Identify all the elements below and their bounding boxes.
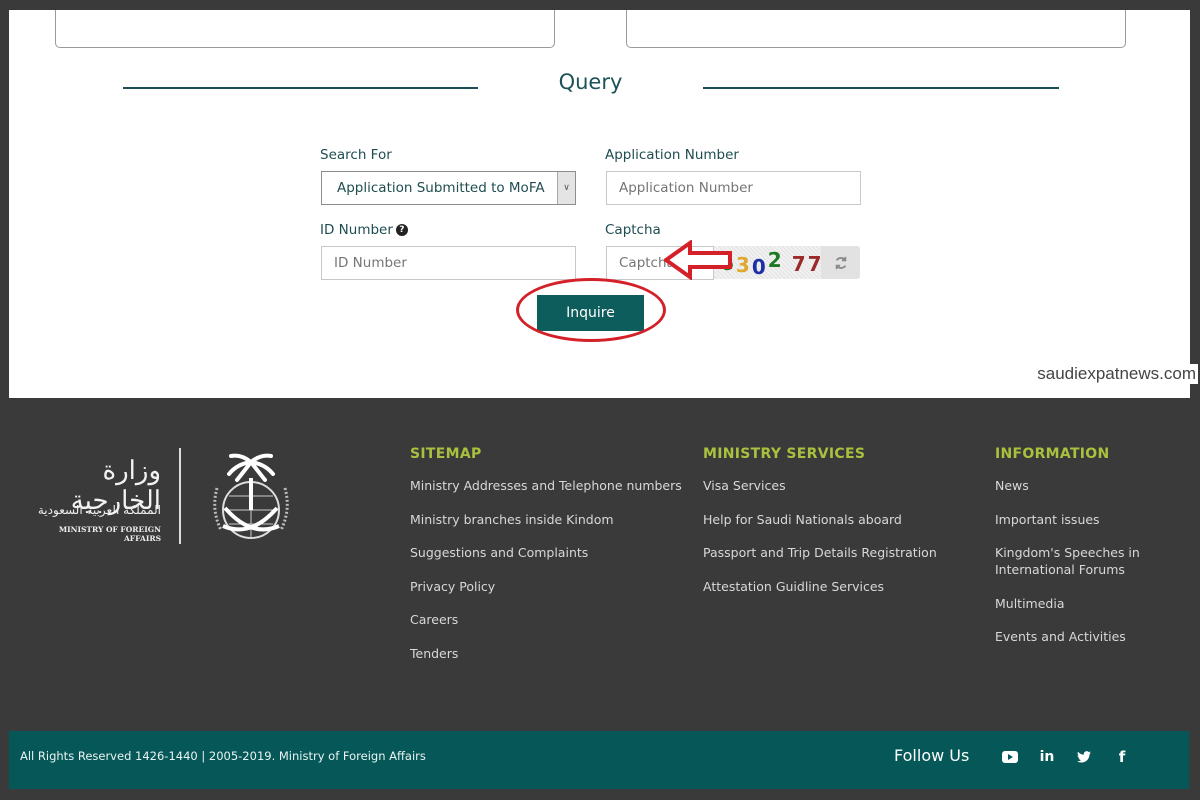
- follow-us-label: Follow Us: [894, 746, 970, 765]
- top-border: [0, 0, 1200, 10]
- captcha-char: 7: [791, 251, 806, 276]
- footer-link[interactable]: Privacy Policy: [410, 578, 682, 595]
- inquire-button[interactable]: Inquire: [537, 295, 644, 331]
- column-heading: MINISTRY SERVICES: [703, 446, 866, 462]
- query-title: Query: [558, 70, 623, 94]
- logo-arabic-subtitle: المملكة العربية السعودية: [37, 503, 161, 517]
- help-icon[interactable]: ?: [395, 224, 408, 236]
- footer-link[interactable]: Passport and Trip Details Registration: [703, 544, 937, 561]
- footer-link[interactable]: Suggestions and Complaints: [410, 544, 682, 561]
- linkedin-icon[interactable]: in: [1036, 746, 1058, 768]
- chevron-down-icon[interactable]: ∨: [557, 172, 575, 204]
- query-divider-right: [703, 87, 1059, 89]
- captcha-char: 3: [735, 252, 750, 277]
- youtube-icon[interactable]: [999, 746, 1021, 768]
- footer-link[interactable]: Visa Services: [703, 477, 937, 494]
- watermark: saudiexpatnews.com: [1035, 364, 1198, 384]
- captcha-char: 0: [751, 254, 766, 279]
- captcha-char: 2: [767, 247, 782, 272]
- footer-link[interactable]: Attestation Guidline Services: [703, 578, 937, 595]
- id-number-input[interactable]: [321, 246, 576, 280]
- footer-link[interactable]: Kingdom's Speeches in International Foru…: [995, 544, 1165, 578]
- footer-column-sitemap: SITEMAP Ministry Addresses and Telephone…: [410, 446, 682, 678]
- refresh-icon: [835, 256, 846, 269]
- footer-link[interactable]: Events and Activities: [995, 628, 1165, 645]
- application-number-label: Application Number: [605, 147, 739, 163]
- footer-link[interactable]: News: [995, 477, 1165, 494]
- id-number-label: ID Number?: [320, 222, 408, 238]
- footer-link[interactable]: Help for Saudi Nationals aboard: [703, 511, 937, 528]
- footer-link[interactable]: Tenders: [410, 645, 682, 662]
- column-heading: INFORMATION: [995, 446, 1110, 462]
- captcha-label: Captcha: [605, 222, 661, 238]
- footer-link[interactable]: Ministry Addresses and Telephone numbers: [410, 477, 682, 494]
- application-number-input[interactable]: [606, 171, 861, 205]
- ministry-logo[interactable]: وزارة الخارجية المملكة العربية السعودية …: [21, 448, 301, 544]
- footer-column-information: INFORMATION News Important issues Kingdo…: [995, 446, 1165, 662]
- logo-divider: [179, 448, 181, 544]
- main-content: missions Query Search For Application Su…: [9, 0, 1190, 398]
- search-for-value: Application Submitted to MoFA: [337, 180, 545, 196]
- logo-english: MINISTRY OF FOREIGN AFFAIRS: [58, 525, 161, 543]
- footer-link[interactable]: Multimedia: [995, 595, 1165, 612]
- refresh-captcha-button[interactable]: [821, 246, 860, 279]
- footer: وزارة الخارجية المملكة العربية السعودية …: [9, 398, 1190, 731]
- saudi-emblem-icon: [213, 453, 289, 539]
- footer-link[interactable]: Important issues: [995, 511, 1165, 528]
- captcha-char: 7: [807, 251, 822, 276]
- facebook-icon[interactable]: f: [1111, 746, 1133, 768]
- search-for-select[interactable]: Application Submitted to MoFA ∨: [321, 171, 576, 205]
- twitter-icon[interactable]: [1073, 746, 1095, 768]
- copyright-bar: All Rights Reserved 1426-1440 | 2005-201…: [9, 731, 1189, 789]
- footer-column-ministry-services: MINISTRY SERVICES Visa Services Help for…: [703, 446, 937, 611]
- copyright-text: All Rights Reserved 1426-1440 | 2005-201…: [20, 749, 426, 763]
- footer-link[interactable]: Ministry branches inside Kindom: [410, 511, 682, 528]
- search-for-label: Search For: [320, 147, 392, 163]
- id-number-label-text: ID Number: [320, 222, 393, 238]
- footer-link[interactable]: Careers: [410, 611, 682, 628]
- red-arrow-annotation: [664, 240, 732, 280]
- column-heading: SITEMAP: [410, 446, 482, 462]
- page-frame: missions Query Search For Application Su…: [0, 0, 1200, 800]
